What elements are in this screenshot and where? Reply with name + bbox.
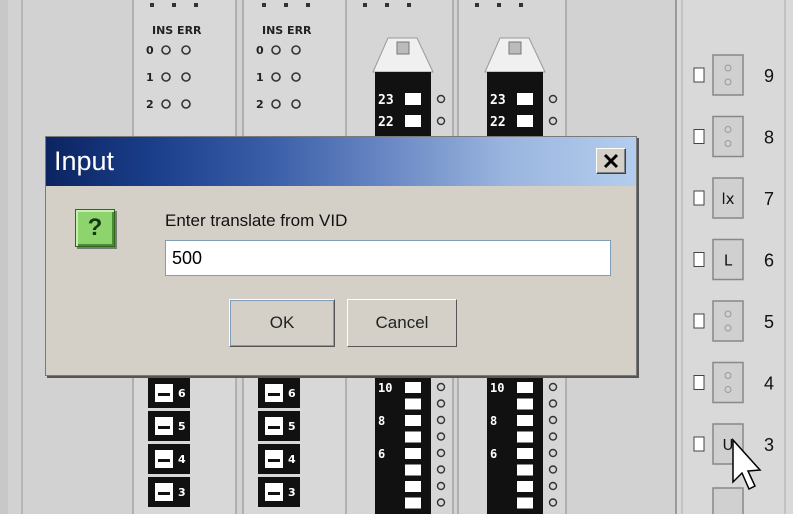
status-row-label: 1 <box>256 71 264 84</box>
status-row-label: 0 <box>146 44 154 57</box>
port-icon <box>517 415 533 426</box>
slot-mark: U <box>723 436 734 454</box>
port-number: 10 <box>490 381 504 395</box>
port-number: 6 <box>288 387 296 400</box>
port-number: 6 <box>178 387 186 400</box>
port-icon <box>405 398 421 410</box>
slot-module-icon <box>712 54 744 96</box>
question-icon: ? <box>75 209 115 247</box>
slot-module-icon <box>712 300 744 342</box>
slot-mark: lx <box>721 190 734 208</box>
port-icon <box>405 497 421 509</box>
port-number: 5 <box>288 420 296 433</box>
port-number: 5 <box>178 420 186 433</box>
port-number: 3 <box>178 486 186 499</box>
slot-indicator <box>693 190 705 206</box>
slot-number: 6 <box>764 251 774 271</box>
slot-number: 8 <box>764 128 774 148</box>
port-number: 22 <box>490 115 506 130</box>
dialog-title-bar[interactable]: Input <box>46 137 636 186</box>
status-row-label: 2 <box>146 98 154 111</box>
port-number: 8 <box>378 414 385 428</box>
port-number: 6 <box>378 447 385 461</box>
port-icon <box>405 115 421 127</box>
question-icon-glyph: ? <box>87 214 103 241</box>
port-number: 4 <box>178 453 186 466</box>
cancel-button[interactable]: Cancel <box>347 299 457 347</box>
port-icon <box>517 115 533 127</box>
ins-err-header: INS ERR <box>152 24 202 37</box>
port-number: 6 <box>490 447 497 461</box>
slot-number: 5 <box>764 312 774 332</box>
status-row-label: 0 <box>256 44 264 57</box>
port-icon <box>405 464 421 476</box>
slot-indicator <box>693 252 705 267</box>
port-number: 23 <box>490 93 506 108</box>
slot-indicator <box>693 129 705 144</box>
port-icon <box>405 448 421 459</box>
port-icon <box>405 481 421 492</box>
port-number: 4 <box>288 453 296 466</box>
port-block <box>375 376 431 514</box>
port-icon <box>517 464 533 476</box>
port-icon <box>517 497 533 509</box>
port-icon <box>517 382 533 393</box>
port-number: 3 <box>288 486 296 499</box>
port-number: 22 <box>378 115 394 130</box>
port-icon <box>405 431 421 443</box>
port-icon <box>517 448 533 459</box>
port-number: 23 <box>378 93 394 108</box>
port-block <box>487 376 543 514</box>
ins-err-header: INS ERR <box>262 24 312 37</box>
port-icon <box>517 398 533 410</box>
dialog-message: Enter translate from VID <box>165 211 348 230</box>
slot-indicator <box>693 313 705 329</box>
input-dialog: Input ? Enter translate from VID OK Canc… <box>45 136 637 376</box>
port-number: 10 <box>378 381 392 395</box>
slot-number: 9 <box>764 66 774 86</box>
slot-indicator <box>693 436 705 452</box>
slot-module-icon <box>712 487 744 514</box>
slot-module-icon <box>712 361 744 404</box>
close-button[interactable] <box>596 148 626 174</box>
port-icon <box>517 93 533 105</box>
port-icon <box>405 415 421 426</box>
slot-mark: L <box>724 252 733 270</box>
slot-module-icon <box>712 115 744 158</box>
ok-button[interactable]: OK <box>229 299 335 347</box>
slot-number: 3 <box>764 435 774 455</box>
close-icon <box>603 153 619 169</box>
slot-number: 7 <box>764 189 774 209</box>
status-row-label: 2 <box>256 98 264 111</box>
port-number: 8 <box>490 414 497 428</box>
translate-vid-input[interactable] <box>165 240 611 276</box>
port-icon <box>517 431 533 443</box>
slot-indicator <box>693 67 705 83</box>
status-row-label: 1 <box>146 71 154 84</box>
slot-number: 4 <box>764 374 774 394</box>
slot-indicator <box>693 375 705 390</box>
port-icon <box>517 481 533 492</box>
port-icon <box>405 382 421 393</box>
port-icon <box>405 93 421 105</box>
dialog-title: Input <box>54 146 115 176</box>
